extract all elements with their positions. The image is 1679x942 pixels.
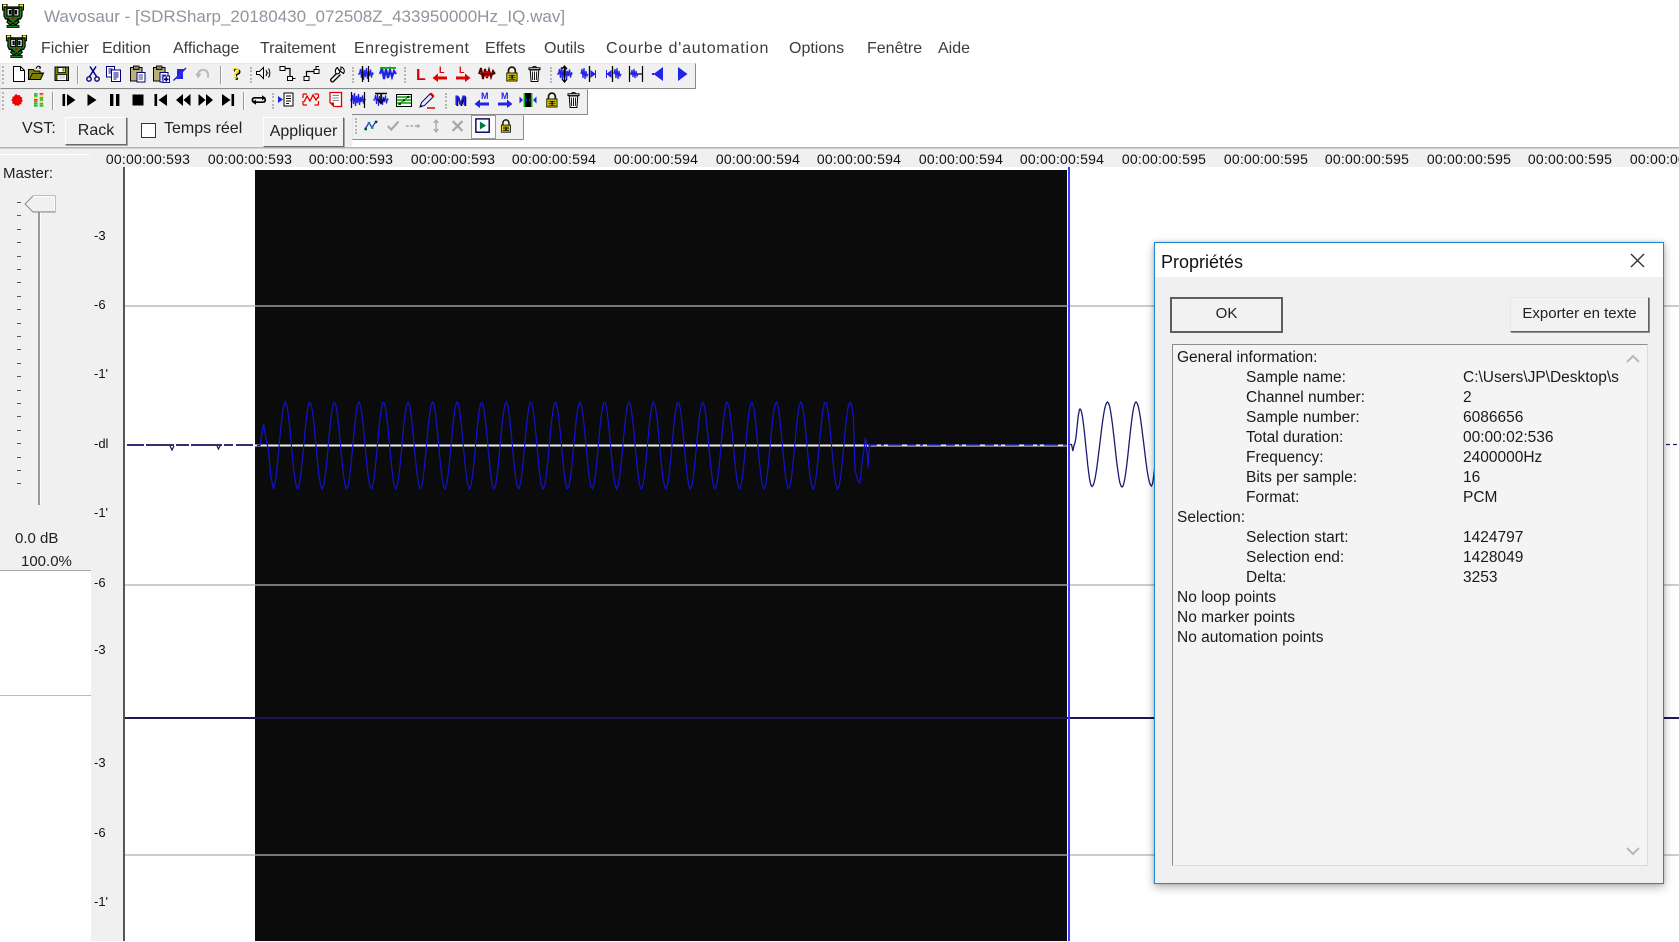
svg-text:M: M	[501, 91, 509, 101]
svg-text:?: ?	[232, 65, 241, 83]
svg-text:M: M	[455, 92, 467, 108]
svg-text:L: L	[459, 65, 465, 75]
svg-text:L: L	[439, 65, 445, 75]
svg-text:M: M	[481, 91, 489, 101]
svg-text:L: L	[416, 67, 426, 83]
